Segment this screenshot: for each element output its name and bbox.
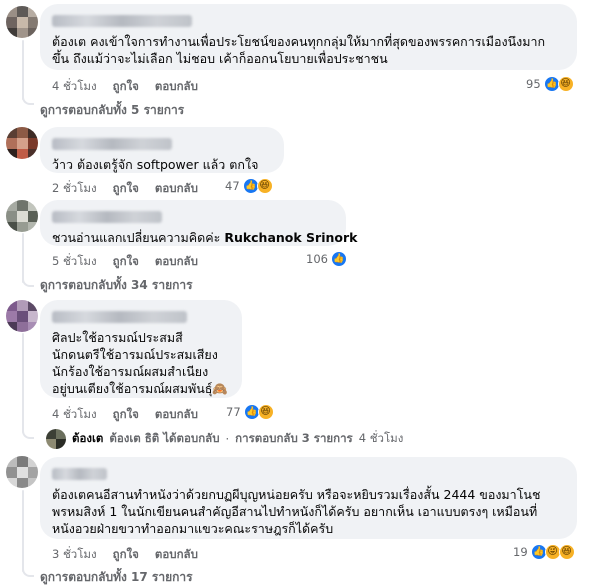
reply-button[interactable]: ตอบกลับ <box>155 406 198 424</box>
avatar[interactable] <box>6 6 38 38</box>
reaction-summary[interactable]: 77 👍 😆 <box>226 404 274 420</box>
comment-line: ต้องเตคนอีสานทำหนังว่าด้วยกบฏผีบุญหน่อยค… <box>52 487 541 502</box>
comment-bubble: ต้องเตคนอีสานทำหนังว่าด้วยกบฏผีบุญหน่อยค… <box>40 457 577 539</box>
commenter-name-redacted[interactable] <box>52 311 187 323</box>
thread-connector <box>22 93 34 105</box>
comment-timestamp[interactable]: 3 ชั่วโมง <box>52 546 97 564</box>
avatar[interactable] <box>6 200 38 232</box>
like-button[interactable]: ถูกใจ <box>113 180 139 198</box>
reaction-summary[interactable]: 19 👍 😜 😆 <box>513 544 575 560</box>
comment-line: นักดนตรีใช้อารมณ์ประสมเสียง <box>52 347 218 362</box>
comment-actions: 4 ชั่วโมง ถูกใจ ตอบกลับ <box>52 406 198 424</box>
thread-connector <box>22 275 34 287</box>
reply-button[interactable]: ตอบกลับ <box>155 78 198 96</box>
commenter-name-redacted[interactable] <box>52 211 162 223</box>
avatar[interactable] <box>6 456 38 488</box>
commenter-name-redacted[interactable] <box>52 15 192 27</box>
comment-actions: 2 ชั่วโมง ถูกใจ ตอบกลับ <box>52 180 198 198</box>
thread-line <box>22 40 24 100</box>
reply-preview[interactable]: ต้องเต ต้องเต ธิติ ได้ตอบกลับ · การตอบกล… <box>46 429 403 449</box>
thread-line <box>22 333 24 433</box>
comment-line: ศิลปะใช้อารมณ์ประสมสี <box>52 330 183 345</box>
thread-connector <box>22 565 34 577</box>
comment-timestamp[interactable]: 5 ชั่วโมง <box>52 253 97 271</box>
like-reaction-icon: 👍 <box>330 251 347 267</box>
commenter-name-redacted[interactable] <box>52 138 172 150</box>
reaction-summary[interactable]: 106 👍 <box>306 251 347 267</box>
comment-text: ว้าว ต้องเตรู้จัก softpower แล้ว ตกใจ <box>52 156 272 173</box>
reaction-count: 19 <box>513 545 528 559</box>
haha-reaction-icon: 😆 <box>558 544 575 560</box>
reply-button[interactable]: ตอบกลับ <box>155 253 198 271</box>
reaction-summary[interactable]: 95 👍 😆 <box>526 76 574 92</box>
like-button[interactable]: ถูกใจ <box>113 546 139 564</box>
thread-connector <box>22 427 34 439</box>
haha-reaction-icon: 😆 <box>257 404 274 420</box>
comment-line: หนังอวยฝ่ายขวาทำออกมาแขวะคณะราษฎรก็ได้คร… <box>52 521 334 536</box>
like-button[interactable]: ถูกใจ <box>113 253 139 271</box>
view-replies-link[interactable]: ดูการตอบกลับทั้ง 34 รายการ <box>40 276 193 295</box>
reply-avatar <box>46 429 66 449</box>
avatar[interactable] <box>6 300 38 332</box>
like-button[interactable]: ถูกใจ <box>113 78 139 96</box>
comment-bubble: ว้าว ต้องเตรู้จัก softpower แล้ว ตกใจ <box>40 127 284 173</box>
reply-author-name[interactable]: ต้องเต <box>72 430 103 448</box>
view-replies-link[interactable]: ดูการตอบกลับทั้ง 5 รายการ <box>40 101 184 120</box>
reply-button[interactable]: ตอบกลับ <box>155 180 198 198</box>
comment-line: ว้าว ต้องเตรู้จัก softpower แล้ว ตกใจ <box>52 157 259 172</box>
haha-reaction-icon: 😆 <box>256 178 273 194</box>
comment-line: ต้องเต คงเข้าใจการทำงานเพื่อประโยชน์ของค… <box>52 34 546 49</box>
comment-line: พรหมสิงห์ 1 ในนักเขียนคนสำคัญอีสานไปทำหน… <box>52 504 538 519</box>
reply-button[interactable]: ตอบกลับ <box>155 546 198 564</box>
comment-actions: 5 ชั่วโมง ถูกใจ ตอบกลับ <box>52 253 198 271</box>
see-no-evil-emoji: 🙈 <box>212 381 228 396</box>
reply-timestamp: 4 ชั่วโมง <box>358 431 404 445</box>
reaction-count: 106 <box>306 252 328 266</box>
thread-line <box>22 490 24 572</box>
comment-timestamp[interactable]: 2 ชั่วโมง <box>52 180 97 198</box>
haha-reaction-icon: 😆 <box>557 76 574 92</box>
comment-actions: 3 ชั่วโมง ถูกใจ ตอบกลับ <box>52 546 198 564</box>
comment-bubble: ศิลปะใช้อารมณ์ประสมสี นักดนตรีใช้อารมณ์ป… <box>40 300 242 398</box>
comment-line: นักร้องใช้อารมณ์ผสมสำเนียง <box>52 364 209 379</box>
comment-text: ต้องเตคนอีสานทำหนังว่าด้วยกบฏผีบุญหน่อยค… <box>52 486 565 537</box>
comment-bubble: ชวนอ่านแลกเปลี่ยนความคิดค่ะ Rukchanok Sr… <box>40 200 357 246</box>
comment-text-prefix: ชวนอ่านแลกเปลี่ยนความคิดค่ะ <box>52 230 225 245</box>
comment-bubble: ต้องเต คงเข้าใจการทำงานเพื่อประโยชน์ของค… <box>40 4 577 70</box>
reply-summary-text: ต้องเต ธิติ ได้ตอบกลับ <box>109 431 220 445</box>
comment-line: ขึ้น ถึงแม้ว่าจะไม่เลือก ไม่ชอบ เค้าก็ออ… <box>52 51 388 66</box>
separator-dot: · <box>225 432 230 446</box>
reaction-count: 47 <box>225 179 240 193</box>
like-button[interactable]: ถูกใจ <box>113 406 139 424</box>
comment-text: ศิลปะใช้อารมณ์ประสมสี นักดนตรีใช้อารมณ์ป… <box>52 329 230 397</box>
comment-line: อยู่บนเตียงใช้อารมณ์ผสมพันธุ์ <box>52 381 213 396</box>
view-replies-link[interactable]: ดูการตอบกลับทั้ง 17 รายการ <box>40 568 193 585</box>
reaction-count: 77 <box>226 405 241 419</box>
comment-timestamp[interactable]: 4 ชั่วโมง <box>52 406 97 424</box>
reaction-count: 95 <box>526 77 541 91</box>
comment-timestamp[interactable]: 4 ชั่วโมง <box>52 78 97 96</box>
comment-text: ชวนอ่านแลกเปลี่ยนความคิดค่ะ Rukchanok Sr… <box>52 229 357 246</box>
commenter-name-redacted[interactable] <box>52 468 107 480</box>
tagged-user-link[interactable]: Rukchanok Srinork <box>224 230 357 245</box>
comment-actions: 4 ชั่วโมง ถูกใจ ตอบกลับ <box>52 78 198 96</box>
comment-text: ต้องเต คงเข้าใจการทำงานเพื่อประโยชน์ของค… <box>52 33 565 67</box>
reaction-summary[interactable]: 47 👍 😆 <box>225 178 273 194</box>
reply-count-link[interactable]: การตอบกลับ 3 รายการ <box>235 430 353 448</box>
avatar[interactable] <box>6 127 38 159</box>
